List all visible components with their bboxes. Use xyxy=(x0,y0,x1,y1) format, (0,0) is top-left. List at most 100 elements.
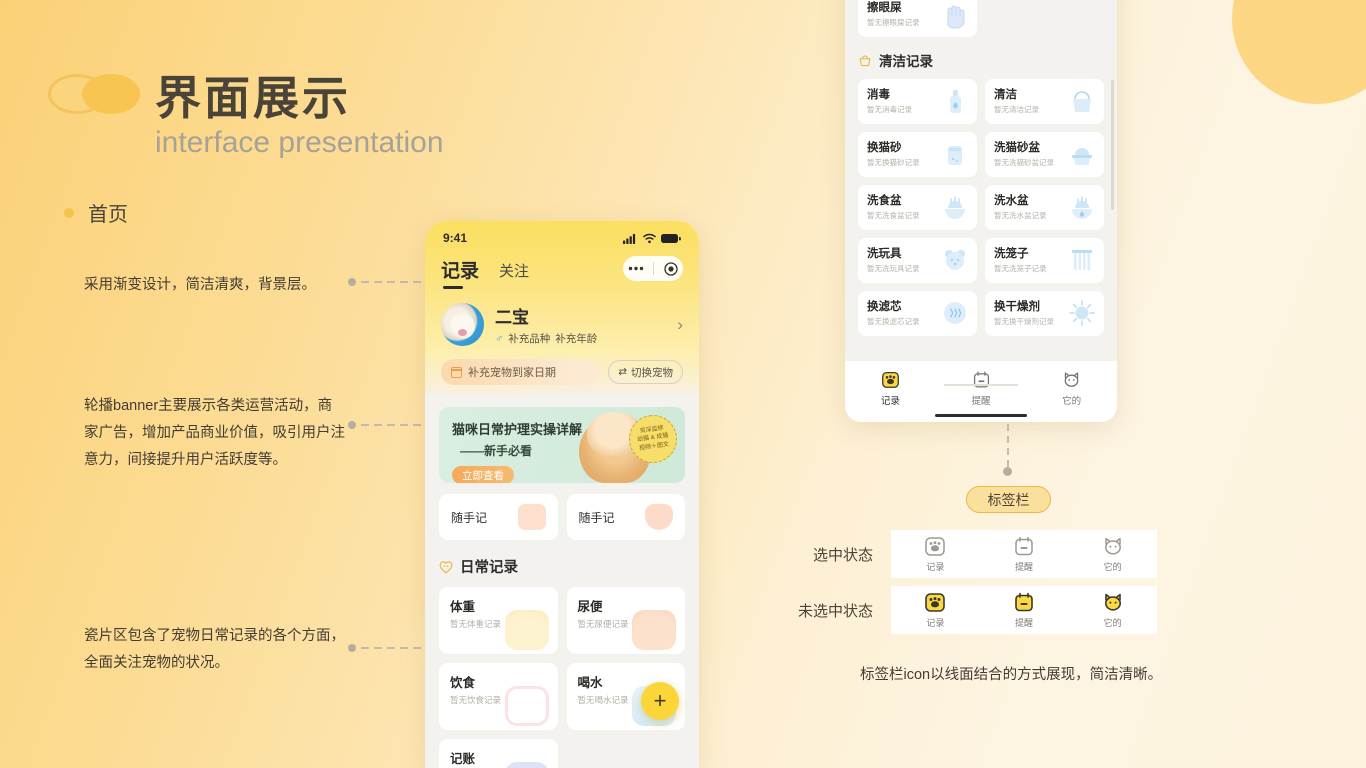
record-tile-food[interactable]: 饮食 暂无饮食记录 xyxy=(439,663,558,730)
quick-tile-note[interactable]: 随手记 xyxy=(439,494,558,540)
cat-face-icon xyxy=(1064,371,1079,387)
phone-header: 9:41 记录 关注 二宝 ♂ 补充品种 补充年龄 › 补充宠物到家日期 ⇄ 切… xyxy=(425,221,699,395)
switch-pet-label: 切换宠物 xyxy=(631,366,673,379)
spec-filled-item-mine[interactable]: 它的 xyxy=(1068,591,1157,629)
clean-tile-clean[interactable]: 清洁 暂无清洁记录 xyxy=(985,79,1104,124)
tabbar-active-underline xyxy=(944,384,1018,386)
phone-right-content: 擦眼屎 暂无擦眼屎记录 清洁记录 消毒 暂无消毒记录 清洁 暂无清洁记录 换猫砂… xyxy=(845,0,1117,336)
tabbar-spec-badge: 标签栏 xyxy=(966,486,1051,513)
avatar xyxy=(441,303,484,346)
promo-banner[interactable]: 猫咪日常护理实操详解 ——新手必看 立即查看 资深监修 幼猫 & 成猫 视频＋图… xyxy=(439,407,685,483)
leader-dot-icon xyxy=(348,644,356,652)
add-home-date-button[interactable]: 补充宠物到家日期 xyxy=(441,359,601,385)
banner-cta-button[interactable]: 立即查看 xyxy=(452,466,514,483)
spec-filled-label-mine: 它的 xyxy=(1103,618,1122,628)
switch-pet-button[interactable]: ⇄ 切换宠物 xyxy=(608,360,683,384)
male-symbol-icon: ♂ xyxy=(495,332,504,345)
wipe-tile-row: 擦眼屎 暂无擦眼屎记录 xyxy=(858,0,1104,37)
capsule-divider xyxy=(653,262,655,275)
chevron-right-icon[interactable]: › xyxy=(677,315,683,335)
overlapping-ellipses-logo xyxy=(48,74,140,114)
food-bowl-icon xyxy=(504,686,549,726)
tab-record[interactable]: 记录 xyxy=(441,256,479,289)
phone-mockup-clean: 擦眼屎 暂无擦眼屎记录 清洁记录 消毒 暂无消毒记录 清洁 暂无清洁记录 换猫砂… xyxy=(845,0,1117,422)
sun-desiccant-icon xyxy=(1069,300,1095,326)
tab-follow[interactable]: 关注 xyxy=(499,256,529,287)
mini-program-capsule[interactable] xyxy=(623,256,683,281)
spec-outline-item-record[interactable]: 记录 xyxy=(891,535,980,573)
tabbar-item-remind-label: 提醒 xyxy=(971,395,991,407)
quick-tile-cat-label: 随手记 xyxy=(578,510,615,525)
tabbar-state-row-selected: 选中状态 记录 提醒 它的 xyxy=(773,530,1157,578)
calendar-icon xyxy=(450,366,462,378)
leader-dash xyxy=(361,281,428,283)
clean-tile-wash-food-bowl[interactable]: 洗食盆 暂无洗食盆记录 xyxy=(858,185,977,230)
clean-tile-litter-change[interactable]: 换猫砂 暂无换猫砂记录 xyxy=(858,132,977,177)
clean-tile-wash-litter-box[interactable]: 洗猫砂盆 暂无洗猫砂盆记录 xyxy=(985,132,1104,177)
tabbar-state-row-unselected: 未选中状态 记录 提醒 它的 xyxy=(773,586,1157,634)
leader-line-2 xyxy=(348,421,428,429)
status-icons xyxy=(623,233,681,244)
spec-filled-item-record[interactable]: 记录 xyxy=(891,591,980,629)
section-label: 首页 xyxy=(64,198,128,227)
quick-tiles-row: 随手记 随手记 xyxy=(439,494,685,540)
tabbar-state-selected-label: 选中状态 xyxy=(812,546,873,564)
spec-filled-item-remind[interactable]: 提醒 xyxy=(980,591,1069,629)
vertical-scrollbar[interactable] xyxy=(1111,80,1114,210)
bullet-dot-icon xyxy=(64,207,74,218)
clean-tile-disinfect[interactable]: 消毒 暂无消毒记录 xyxy=(858,79,977,124)
clean-record-grid: 消毒 暂无消毒记录 清洁 暂无清洁记录 换猫砂 暂无换猫砂记录 洗猫砂盆 暂无洗… xyxy=(858,79,1104,336)
pet-name: 二宝 xyxy=(495,308,529,327)
pet-info: 二宝 ♂ 补充品种 补充年龄 xyxy=(495,303,597,346)
pet-breed-placeholder[interactable]: 补充品种 xyxy=(508,331,550,346)
tabbar-item-remind[interactable]: 提醒 xyxy=(936,370,1027,407)
water-bowl-wash-icon xyxy=(1072,196,1092,219)
cage-icon xyxy=(1072,250,1092,270)
leader-dash xyxy=(361,647,428,649)
clean-tile-wash-cage[interactable]: 洗笼子 暂无洗笼子记录 xyxy=(985,238,1104,283)
clean-tile-wash-water-bowl[interactable]: 洗水盆 暂无洗水盆记录 xyxy=(985,185,1104,230)
more-dots-icon[interactable] xyxy=(628,266,644,271)
record-tile-poop[interactable]: 尿便 暂无尿便记录 xyxy=(566,587,685,654)
toy-bear-icon xyxy=(945,250,965,270)
spec-outline-item-mine[interactable]: 它的 xyxy=(1068,535,1157,573)
page-title: 界面展示 xyxy=(155,72,351,124)
calendar-remind-icon xyxy=(1015,536,1033,556)
add-record-fab[interactable]: + xyxy=(641,682,679,720)
decorative-circle xyxy=(1232,0,1366,104)
spray-bottle-icon xyxy=(950,90,961,113)
clean-record-group-title: 清洁记录 xyxy=(858,50,1104,70)
spec-outline-label-remind: 提醒 xyxy=(1015,562,1034,572)
paw-record-icon xyxy=(881,371,899,388)
phone-mockup-home: 9:41 记录 关注 二宝 ♂ 补充品种 补充年龄 › 补充宠物到家日期 ⇄ 切… xyxy=(425,221,699,768)
quick-tile-cat[interactable]: 随手记 xyxy=(566,494,685,540)
plus-icon: + xyxy=(653,688,667,713)
quick-tile-note-label: 随手记 xyxy=(451,510,488,525)
annotation-banner: 轮播banner主要展示各类运营活动，商家广告，增加产品商业价值，吸引用户注意力… xyxy=(84,398,345,468)
status-bar: 9:41 xyxy=(441,229,683,247)
record-tile-weight[interactable]: 体重 暂无体重记录 xyxy=(439,587,558,654)
clean-tile-wash-toys[interactable]: 洗玩具 暂无洗玩具记录 xyxy=(858,238,977,283)
cat-blob-icon xyxy=(645,504,673,530)
tabbar-item-record[interactable]: 记录 xyxy=(845,370,936,407)
clean-tile-change-filter[interactable]: 换滤芯 暂无换滤芯记录 xyxy=(858,291,977,336)
cellular-signal-icon xyxy=(623,233,636,244)
pet-age-placeholder[interactable]: 补充年龄 xyxy=(555,331,597,346)
tabbar-spec-note: 标签栏icon以线面结合的方式展现，简洁清晰。 xyxy=(860,667,1163,683)
tabbar-item-mine[interactable]: 它的 xyxy=(1026,370,1117,407)
daily-record-group-label: 日常记录 xyxy=(460,560,518,576)
target-circle-icon[interactable] xyxy=(664,261,678,276)
record-tile-wipe-eyes[interactable]: 擦眼屎 暂无擦眼屎记录 xyxy=(858,0,977,37)
paw-record-icon xyxy=(925,593,946,612)
pet-profile-row[interactable]: 二宝 ♂ 补充品种 补充年龄 › xyxy=(441,303,683,346)
spec-outline-item-remind[interactable]: 提醒 xyxy=(980,535,1069,573)
wipe-icon xyxy=(947,5,965,29)
spec-filled-label-record: 记录 xyxy=(926,618,945,628)
add-home-date-label: 补充宠物到家日期 xyxy=(468,367,556,379)
leader-dot-icon xyxy=(348,421,356,429)
tabbar-state-unselected-card: 记录 提醒 它的 xyxy=(891,586,1157,634)
heart-paw-icon xyxy=(439,560,453,573)
record-tile-bill[interactable]: 记账 暂无记账记录 xyxy=(439,739,558,768)
clean-tile-change-desiccant[interactable]: 换干燥剂 暂无换干燥剂记录 xyxy=(985,291,1104,336)
swap-icon: ⇄ xyxy=(618,366,627,378)
